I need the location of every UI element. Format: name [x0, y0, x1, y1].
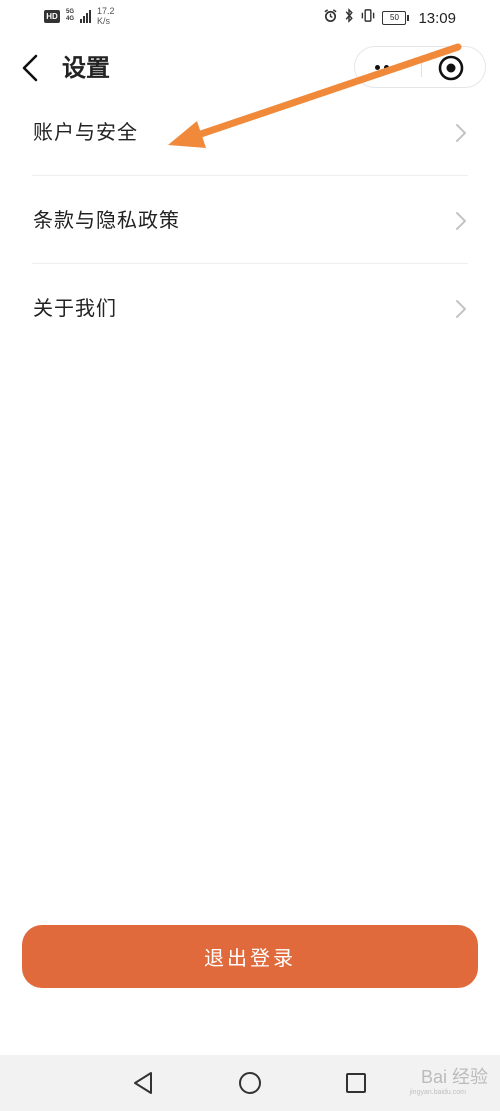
signal-icon: [80, 9, 92, 23]
network-type-bottom: 4G: [66, 16, 75, 22]
menu-item-label: 关于我们: [33, 296, 117, 320]
status-bar: HD 5G 4G 17.2 K/s 50 13:09: [0, 0, 500, 36]
alarm-icon: [323, 8, 338, 28]
square-recent-icon: [346, 1073, 366, 1093]
network-speed-unit: K/s: [97, 16, 111, 26]
network-speed-value: 17.2: [97, 6, 115, 16]
status-left: HD 5G 4G 17.2 K/s: [44, 6, 115, 26]
more-dots-icon: [375, 65, 398, 70]
bluetooth-icon: [344, 8, 354, 28]
menu-item-about-us[interactable]: 关于我们: [0, 264, 500, 352]
capsule-divider: [421, 59, 422, 77]
menu-item-terms-privacy[interactable]: 条款与隐私政策: [0, 176, 500, 264]
back-button[interactable]: [16, 50, 46, 86]
logout-label: 退出登录: [204, 946, 296, 970]
target-circle-icon: [438, 55, 464, 81]
mini-program-capsule: [354, 46, 486, 88]
menu-item-label: 条款与隐私政策: [33, 208, 180, 232]
chevron-left-icon: [22, 54, 38, 82]
system-nav-bar: Bai 经验 jingyan.baidu.com: [0, 1055, 500, 1111]
logout-button[interactable]: 退出登录: [22, 925, 478, 988]
chevron-right-icon: [456, 124, 466, 142]
watermark-logo: Bai 经验: [420, 1067, 488, 1087]
close-mini-program-button[interactable]: [437, 54, 465, 82]
network-type-top: 5G: [66, 9, 75, 15]
chevron-right-icon: [456, 300, 466, 318]
more-button[interactable]: [355, 47, 421, 87]
network-type: 5G 4G: [66, 9, 74, 23]
settings-menu: 账户与安全 条款与隐私政策 关于我们: [0, 88, 500, 352]
vibrate-icon: [360, 8, 376, 28]
menu-item-label: 账户与安全: [33, 120, 138, 144]
watermark-url: jingyan.baidu.com: [409, 1089, 466, 1096]
hd-badge: HD: [44, 9, 60, 23]
status-right: 50 13:09: [323, 8, 456, 28]
triangle-back-icon: [134, 1072, 152, 1094]
menu-item-account-security[interactable]: 账户与安全: [0, 88, 500, 176]
system-recent-button[interactable]: [342, 1069, 370, 1097]
system-home-button[interactable]: [236, 1069, 264, 1097]
network-speed: 17.2 K/s: [97, 6, 115, 26]
circle-home-icon: [239, 1072, 261, 1094]
system-back-button[interactable]: [129, 1069, 157, 1097]
status-time: 13:09: [418, 9, 456, 27]
page-title: 设置: [62, 53, 110, 82]
battery-icon: 50: [382, 11, 410, 25]
chevron-right-icon: [456, 212, 466, 230]
